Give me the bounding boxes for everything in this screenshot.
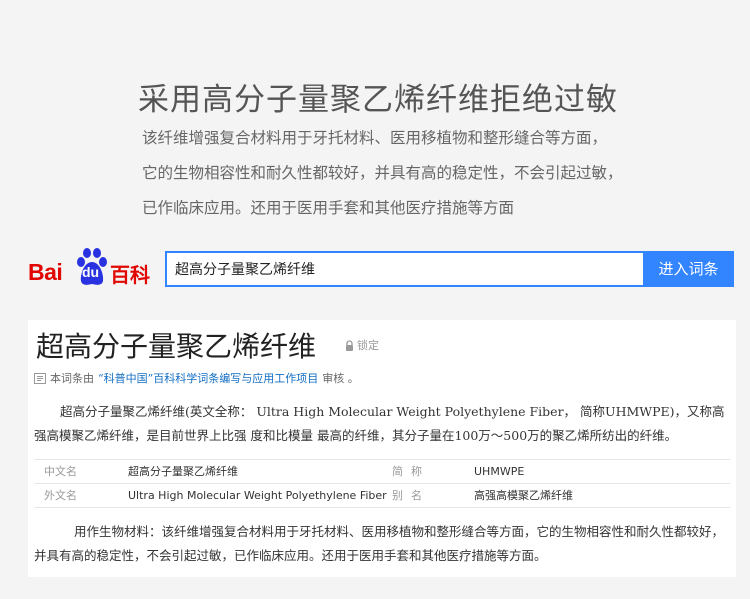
- logo-baike-text: 百科: [110, 263, 150, 287]
- logo-du-text: du: [82, 264, 100, 280]
- info-value: 超高分子量聚乙烯纤维: [128, 465, 238, 478]
- review-note: 本词条由 “科普中国”百科科学词条编写与应用工作项目 审核 。: [34, 370, 359, 386]
- logo-bai-text: Bai: [28, 259, 63, 285]
- info-key: 简称: [392, 465, 430, 478]
- review-prefix: 本词条由: [50, 372, 94, 385]
- info-key: 别名: [392, 489, 430, 502]
- entry-usage: 用作生物材料：该纤维增强复合材料用于牙托材料、医用移植物和整形缝合等方面，它的生…: [34, 524, 725, 563]
- entry-intro: 超高分子量聚乙烯纤维(英文全称： Ultra High Molecular We…: [34, 404, 725, 443]
- baidu-baike-logo[interactable]: Bai du 百科: [28, 247, 153, 292]
- hero-line: 已作临床应用。还用于医用手套和其他医疗措施等方面: [142, 199, 515, 217]
- hero-description: 该纤维增强复合材料用于牙托材料、医用移植物和整形缝合等方面， 它的生物相容性和耐…: [142, 124, 623, 229]
- hero-line: 它的生物相容性和耐久性都较好，并具有高的稳定性，不会引起过敏，: [142, 164, 623, 182]
- review-suffix: 审核 。: [322, 372, 359, 385]
- review-link[interactable]: “科普中国”百科科学词条编写与应用工作项目: [98, 370, 318, 386]
- info-row: 中文名 超高分子量聚乙烯纤维 简称 UHMWPE: [34, 460, 730, 484]
- info-key: 中文名: [44, 465, 77, 478]
- info-value: Ultra High Molecular Weight Polyethylene…: [128, 489, 387, 502]
- lock-icon: [346, 339, 353, 351]
- review-icon: [34, 372, 46, 384]
- search-bar: Bai du 百科 进入词条: [0, 247, 750, 292]
- search-input[interactable]: [167, 253, 645, 285]
- basic-info-table: 中文名 超高分子量聚乙烯纤维 简称 UHMWPE 外文名 Ultra High …: [34, 459, 730, 508]
- info-row: 外文名 Ultra High Molecular Weight Polyethy…: [34, 484, 730, 508]
- info-key: 外文名: [44, 489, 77, 502]
- enter-entry-button[interactable]: 进入词条: [643, 251, 734, 287]
- info-value: UHMWPE: [474, 465, 525, 478]
- hero-title: 采用高分子量聚乙烯纤维拒绝过敏: [138, 82, 618, 118]
- entry-title: 超高分子量聚乙烯纤维: [36, 330, 317, 363]
- entry-card: 超高分子量聚乙烯纤维 锁定 本词条由 “科普中国”百科科学词条编写与应用工作项目…: [28, 320, 736, 577]
- info-value: 高强高模聚乙烯纤维: [474, 489, 573, 502]
- hero-line: 该纤维增强复合材料用于牙托材料、医用移植物和整形缝合等方面，: [142, 129, 608, 147]
- lock-label: 锁定: [357, 339, 379, 352]
- hero-section: 采用高分子量聚乙烯纤维拒绝过敏 该纤维增强复合材料用于牙托材料、医用移植物和整形…: [0, 0, 750, 235]
- search-box: [165, 251, 645, 287]
- lock-indicator: 锁定: [345, 337, 379, 353]
